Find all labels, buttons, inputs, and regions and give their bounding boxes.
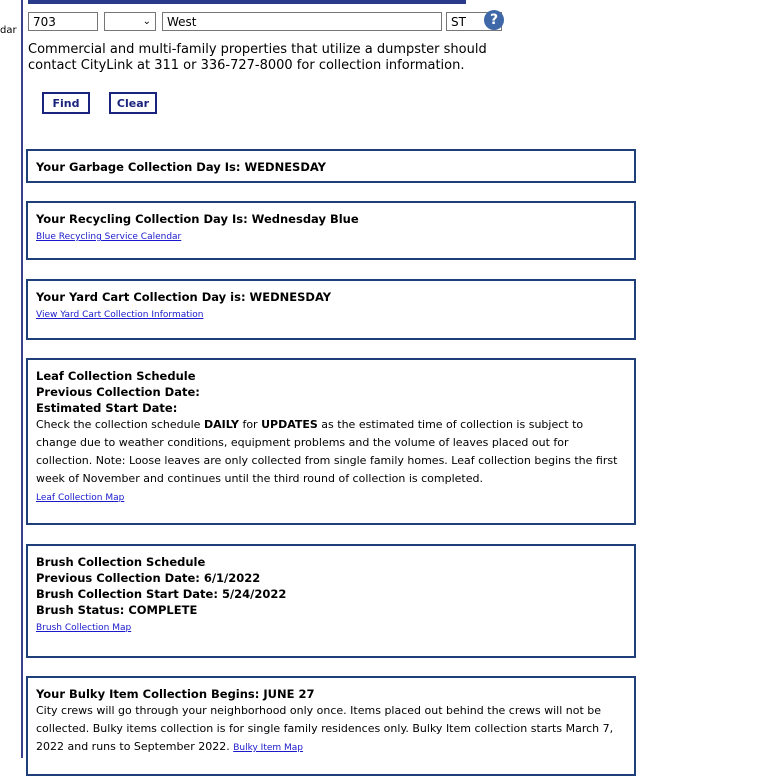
recycling-day-panel: Your Recycling Collection Day Is: Wednes… xyxy=(26,201,636,260)
bulky-title: Your Bulky Item Collection Begins: JUNE … xyxy=(36,687,315,701)
leaf-estimated-date: Estimated Start Date: xyxy=(36,401,178,415)
direction-select[interactable]: ⌄ xyxy=(104,12,156,31)
yard-cart-info-link[interactable]: View Yard Cart Collection Information xyxy=(36,310,203,320)
recycling-calendar-link[interactable]: Blue Recycling Service Calendar xyxy=(36,232,181,242)
dumpster-notice: Commercial and multi-family properties t… xyxy=(28,42,487,73)
left-sidebar-fragment: dar xyxy=(0,0,21,758)
yard-cart-panel: Your Yard Cart Collection Day is: WEDNES… xyxy=(26,279,636,340)
bulky-item-panel: Your Bulky Item Collection Begins: JUNE … xyxy=(26,676,636,776)
yard-cart-title: Your Yard Cart Collection Day is: WEDNES… xyxy=(36,290,332,304)
street-name-input[interactable]: West xyxy=(162,12,442,31)
brush-status: Brush Status: COMPLETE xyxy=(36,603,198,617)
leaf-description: Check the collection schedule DAILY for … xyxy=(36,418,618,485)
brush-map-link[interactable]: Brush Collection Map xyxy=(36,623,131,633)
help-icon[interactable]: ? xyxy=(484,10,504,30)
brush-previous-date: Previous Collection Date: 6/1/2022 xyxy=(36,571,261,585)
clear-button[interactable]: Clear xyxy=(109,92,157,114)
recycling-day-title: Your Recycling Collection Day Is: Wednes… xyxy=(36,212,359,226)
find-button[interactable]: Find xyxy=(42,92,90,114)
leaf-title: Leaf Collection Schedule xyxy=(36,369,196,383)
sidebar-text-fragment: dar xyxy=(0,25,17,36)
garbage-day-title: Your Garbage Collection Day Is: WEDNESDA… xyxy=(36,160,327,174)
garbage-day-panel: Your Garbage Collection Day Is: WEDNESDA… xyxy=(26,149,636,183)
header-bar-edge xyxy=(28,0,466,4)
brush-title: Brush Collection Schedule xyxy=(36,555,206,569)
leaf-previous-date: Previous Collection Date: xyxy=(36,385,200,399)
address-form: 703 ⌄ West ST⌄ ? xyxy=(28,10,508,34)
sidebar-divider xyxy=(21,0,23,758)
brush-collection-panel: Brush Collection Schedule Previous Colle… xyxy=(26,544,636,658)
bulky-description: City crews will go through your neighbor… xyxy=(36,704,614,753)
leaf-map-link[interactable]: Leaf Collection Map xyxy=(36,493,124,503)
bulky-map-link[interactable]: Bulky Item Map xyxy=(233,743,303,753)
leaf-collection-panel: Leaf Collection Schedule Previous Collec… xyxy=(26,358,636,525)
chevron-down-icon: ⌄ xyxy=(142,15,151,27)
street-number-input[interactable]: 703 xyxy=(28,12,98,31)
brush-start-date: Brush Collection Start Date: 5/24/2022 xyxy=(36,587,287,601)
